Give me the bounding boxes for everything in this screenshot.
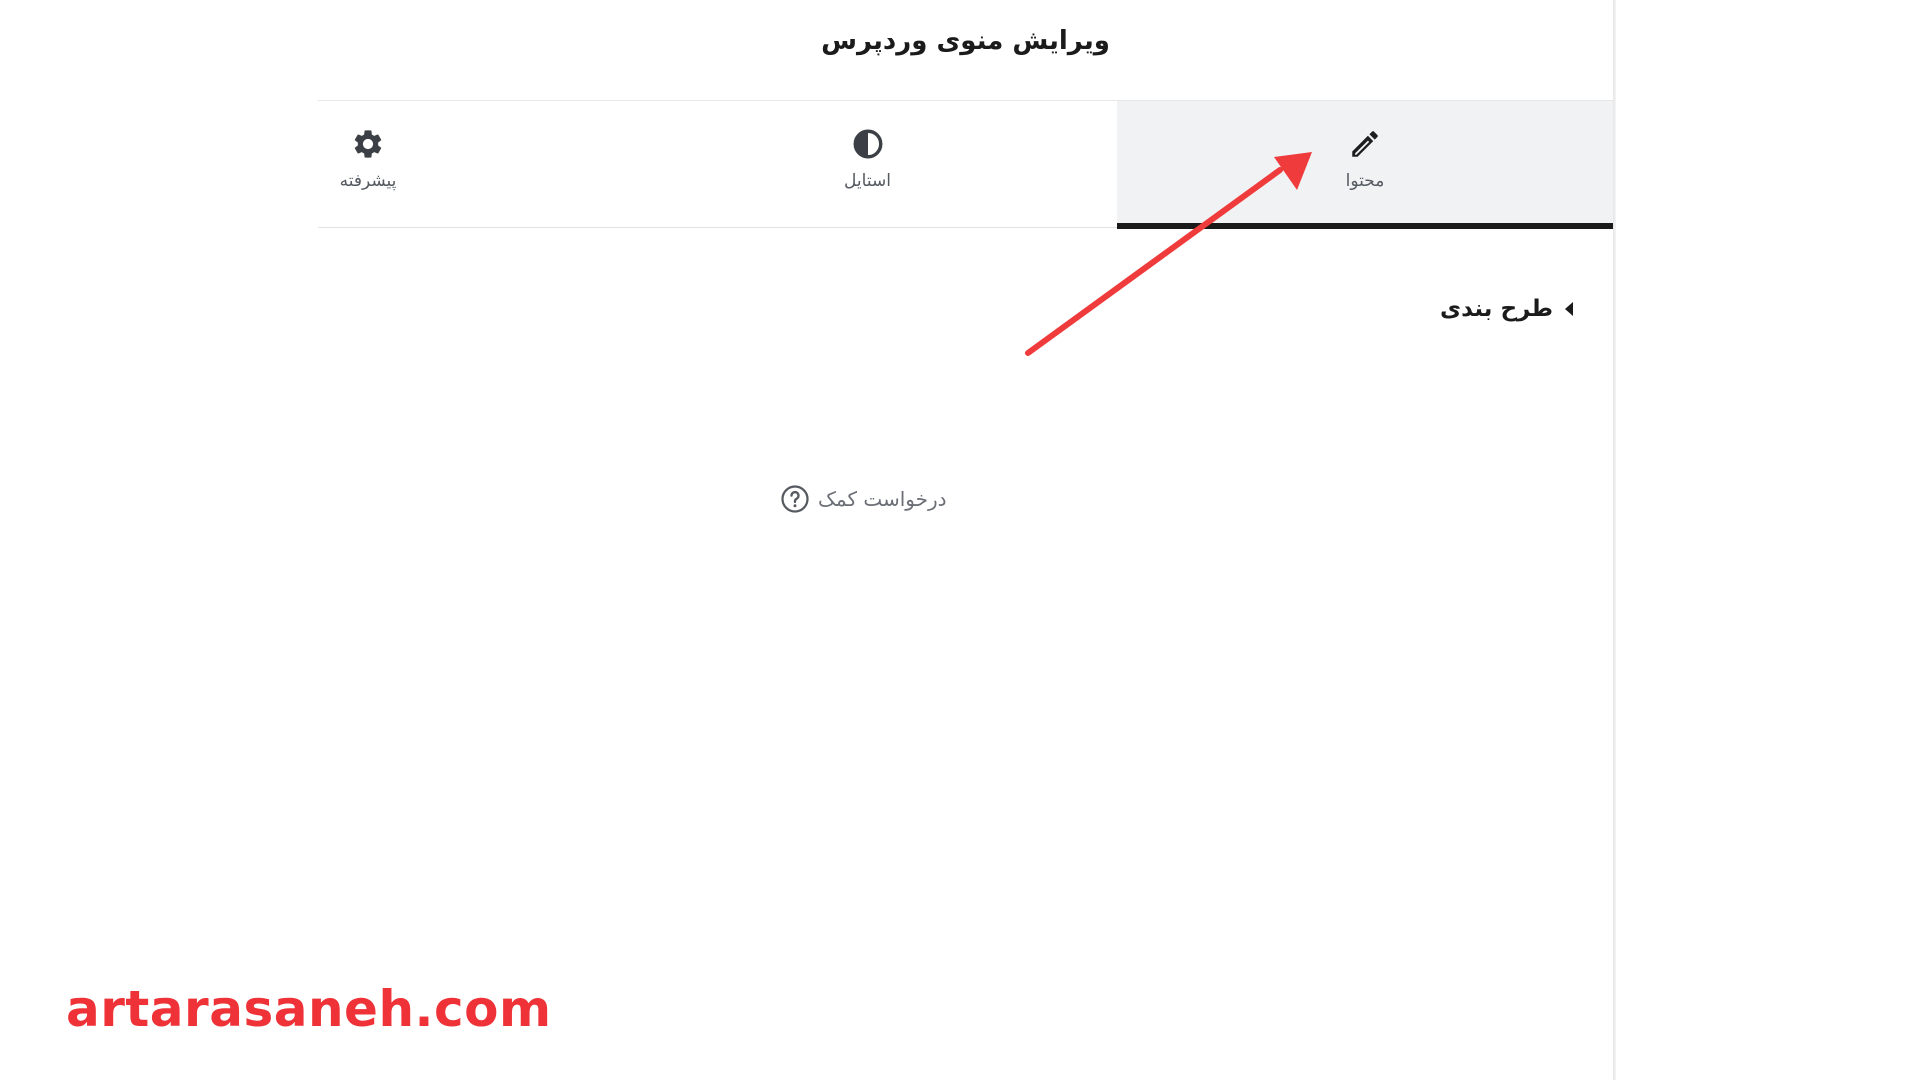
caret-left-icon <box>1565 302 1573 316</box>
tab-advanced[interactable]: پیشرفته <box>318 101 418 227</box>
help-label: درخواست کمک <box>818 487 947 511</box>
panel-divider <box>1613 0 1616 1080</box>
gear-icon <box>354 130 382 158</box>
help-link[interactable]: درخواست کمک <box>780 484 947 514</box>
tab-bar: محتوا استایل پیشرفته <box>318 100 1613 229</box>
tab-advanced-label: پیشرفته <box>339 171 397 191</box>
question-circle-icon <box>781 485 809 513</box>
page-title: ویرایش منوی وردپرس <box>821 26 1110 56</box>
layout-section-label: طرح بندی <box>1440 296 1553 322</box>
tab-content[interactable]: محتوا <box>1117 101 1613 229</box>
layout-section-toggle[interactable]: طرح بندی <box>1440 296 1573 322</box>
half-circle-icon <box>853 129 882 159</box>
tab-style[interactable]: استایل <box>618 101 1117 227</box>
editor-panel: ویرایش منوی وردپرس محتوا استایل پیشرفته … <box>318 0 1613 1080</box>
pencil-icon <box>1352 131 1378 157</box>
tab-content-label: محتوا <box>1345 171 1385 191</box>
tab-style-label: استایل <box>844 171 891 191</box>
watermark-text: artarasaneh.com <box>66 980 552 1038</box>
